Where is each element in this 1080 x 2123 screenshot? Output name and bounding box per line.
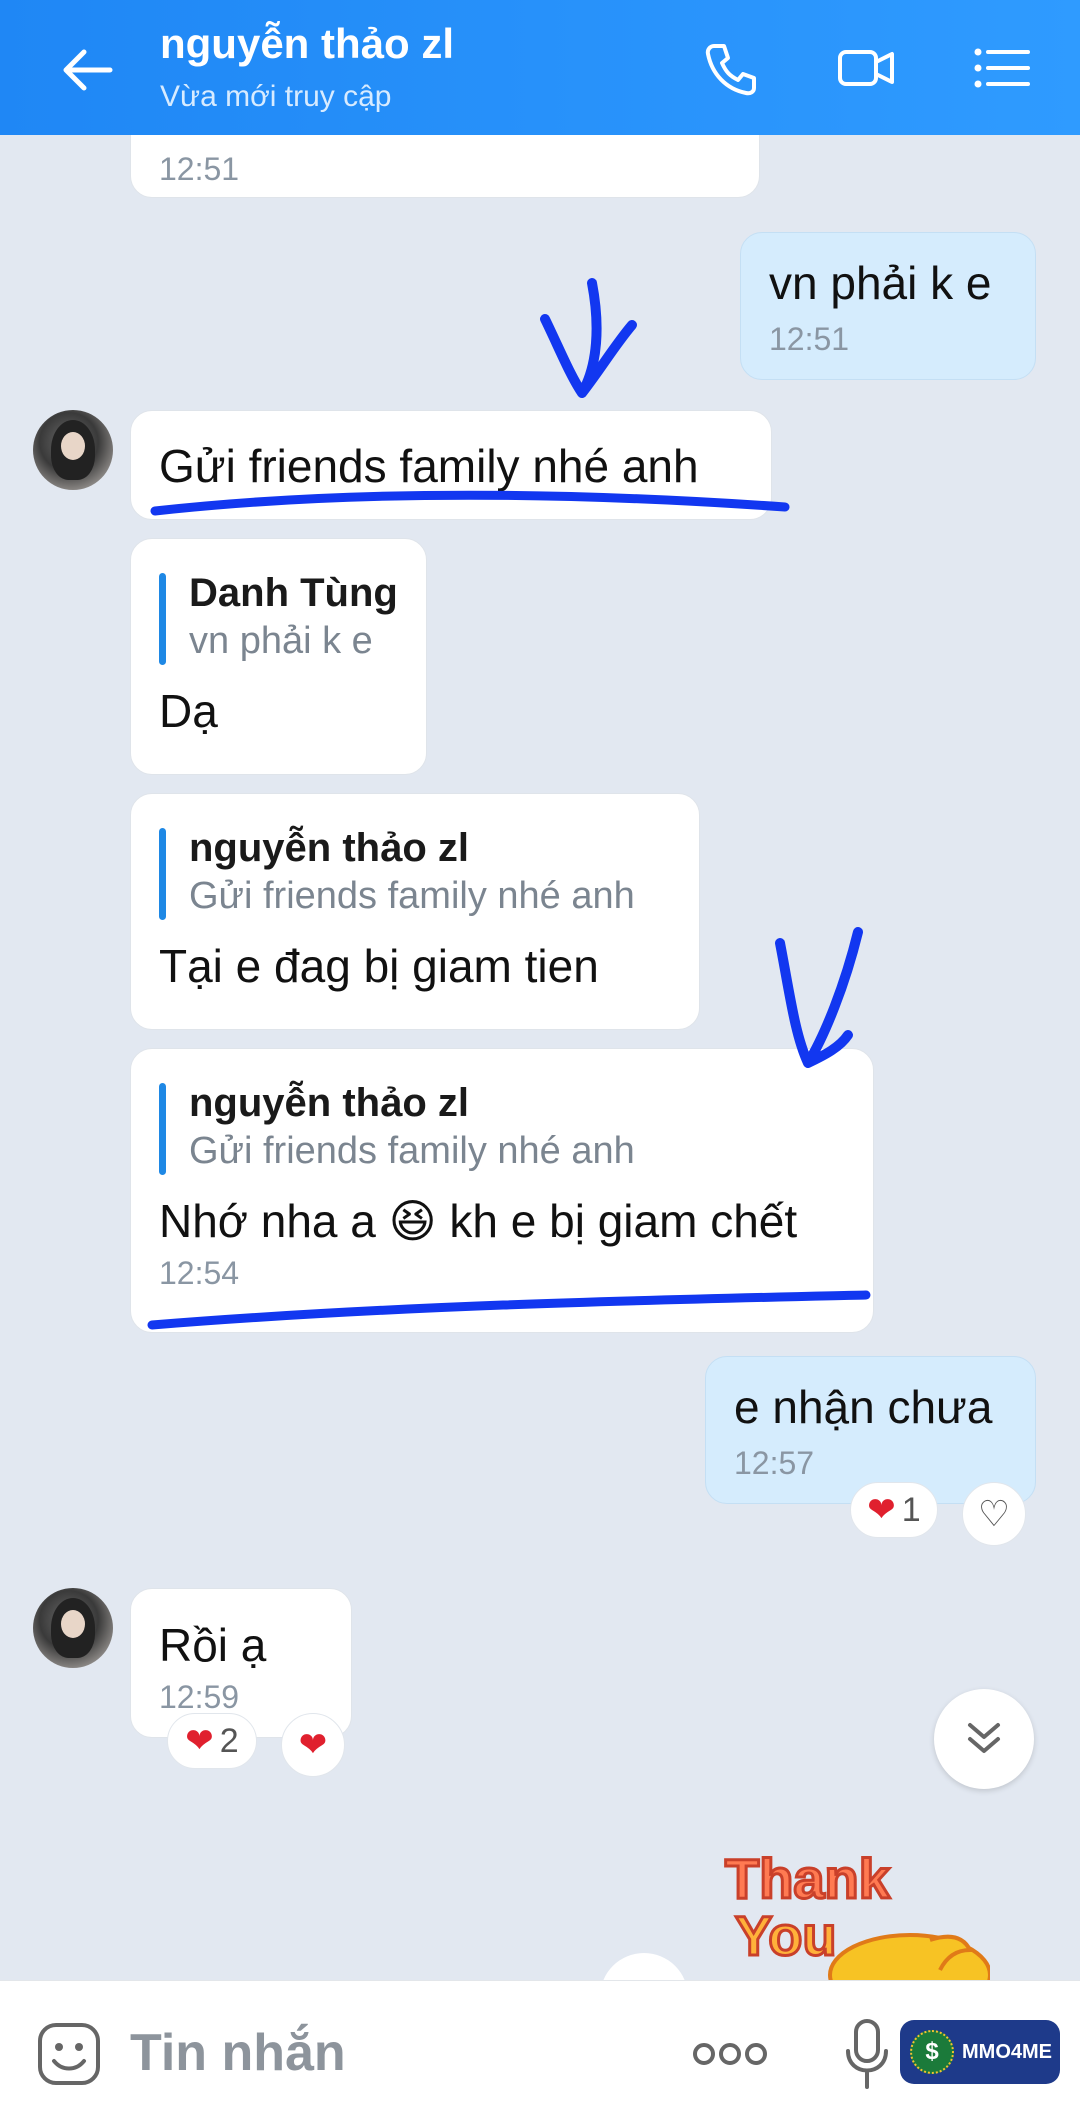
heart-outline-icon: ♡ (977, 1493, 1011, 1534)
avatar-face (61, 432, 85, 460)
quoted-message[interactable]: Danh Tùng vn phải k e (159, 569, 398, 665)
contact-status: Vừa mới truy cập (160, 80, 392, 113)
message-time: 12:51 (769, 321, 850, 357)
message-text: Tại e đag bị giam tien (159, 940, 599, 992)
chat-header: nguyễn thảo zl Vừa mới truy cập (0, 0, 1080, 135)
message-text-part: kh e bị giam chết (449, 1195, 798, 1247)
message-text: Rồi ạ (159, 1619, 267, 1671)
avatar-face (61, 1610, 85, 1638)
quote-text: Gửi friends family nhé anh (189, 875, 635, 917)
laughing-emoji: 😆 (388, 1195, 437, 1247)
message-text: e nhận chưa (734, 1381, 993, 1433)
quote-bar (159, 1083, 166, 1175)
back-arrow-icon[interactable] (58, 40, 118, 100)
annotation-arrow (540, 278, 637, 398)
message-input[interactable]: Tin nhắn (130, 2023, 346, 2083)
message-bubble-reply[interactable]: Danh Tùng vn phải k e Dạ (130, 538, 427, 775)
message-bubble-sent[interactable]: vn phải k e 12:51 (740, 232, 1036, 380)
more-options-icon[interactable] (690, 2029, 770, 2079)
message-bubble-reply[interactable]: nguyễn thảo zl Gửi friends family nhé an… (130, 1048, 874, 1333)
message-text: vn phải k e (769, 257, 992, 309)
reaction-button[interactable]: ❤ (281, 1713, 345, 1777)
message-bubble-partial[interactable]: 12:51 (130, 135, 760, 198)
watermark-logo: $ MMO4ME (900, 2020, 1060, 2084)
message-text-part: Nhớ nha a (159, 1195, 376, 1247)
microphone-icon[interactable] (842, 2017, 892, 2091)
contact-avatar[interactable] (33, 410, 113, 490)
contact-avatar[interactable] (33, 1588, 113, 1668)
message-time: 12:59 (159, 1679, 240, 1715)
contact-name[interactable]: nguyễn thảo zl (160, 20, 454, 68)
video-call-icon[interactable] (836, 38, 896, 98)
sticker-text-line1: Thank (725, 1847, 891, 1910)
phone-icon[interactable] (700, 38, 760, 98)
message-time: 12:51 (159, 151, 240, 187)
heart-icon: ❤ (867, 1491, 896, 1529)
quote-text: Gửi friends family nhé anh (189, 1130, 635, 1172)
add-reaction-button[interactable]: ♡ (962, 1482, 1026, 1546)
message-time: 12:57 (734, 1445, 815, 1481)
sticker-text-line2: You (735, 1904, 837, 1967)
message-text: Gửi friends family nhé anh (159, 440, 699, 492)
chat-area[interactable]: 12:51 vn phải k e 12:51 Gửi friends fami… (0, 135, 1080, 1980)
scroll-to-bottom-button[interactable] (934, 1689, 1034, 1789)
message-text: Nhớ nha a 😆 kh e bị giam chết (159, 1193, 845, 1249)
message-time: 12:54 (159, 1255, 240, 1291)
sticker-action-button[interactable] (600, 1953, 688, 1980)
quote-bar (159, 828, 166, 920)
thank-you-sticker[interactable]: Thank You (720, 1840, 990, 1980)
quoted-message[interactable]: nguyễn thảo zl Gửi friends family nhé an… (159, 824, 671, 920)
quote-author: nguyễn thảo zl (189, 826, 469, 870)
menu-list-icon[interactable] (972, 38, 1032, 98)
reaction-count: 1 (901, 1490, 921, 1529)
quote-bar (159, 573, 166, 665)
reaction-badge[interactable]: ❤ 1 (850, 1482, 938, 1538)
reaction-count: 2 (219, 1721, 239, 1760)
message-text: Dạ (159, 685, 218, 737)
watermark-text: MMO4ME (962, 2040, 1052, 2063)
quote-author: nguyễn thảo zl (189, 1081, 469, 1125)
heart-icon: ❤ (298, 1726, 328, 1764)
dollar-coin-icon: $ (910, 2030, 954, 2074)
annotation-arrow (775, 927, 863, 1068)
message-bubble-reply[interactable]: nguyễn thảo zl Gửi friends family nhé an… (130, 793, 700, 1030)
quote-author: Danh Tùng (189, 571, 398, 615)
double-chevron-down-icon (968, 1723, 1000, 1753)
quoted-message[interactable]: nguyễn thảo zl Gửi friends family nhé an… (159, 1079, 845, 1175)
message-bubble-received[interactable]: Gửi friends family nhé anh (130, 410, 772, 520)
heart-icon: ❤ (185, 1722, 214, 1760)
reaction-badge[interactable]: ❤ 2 (167, 1713, 257, 1769)
quote-text: vn phải k e (189, 620, 373, 662)
emoji-sticker-icon[interactable] (36, 2021, 102, 2087)
